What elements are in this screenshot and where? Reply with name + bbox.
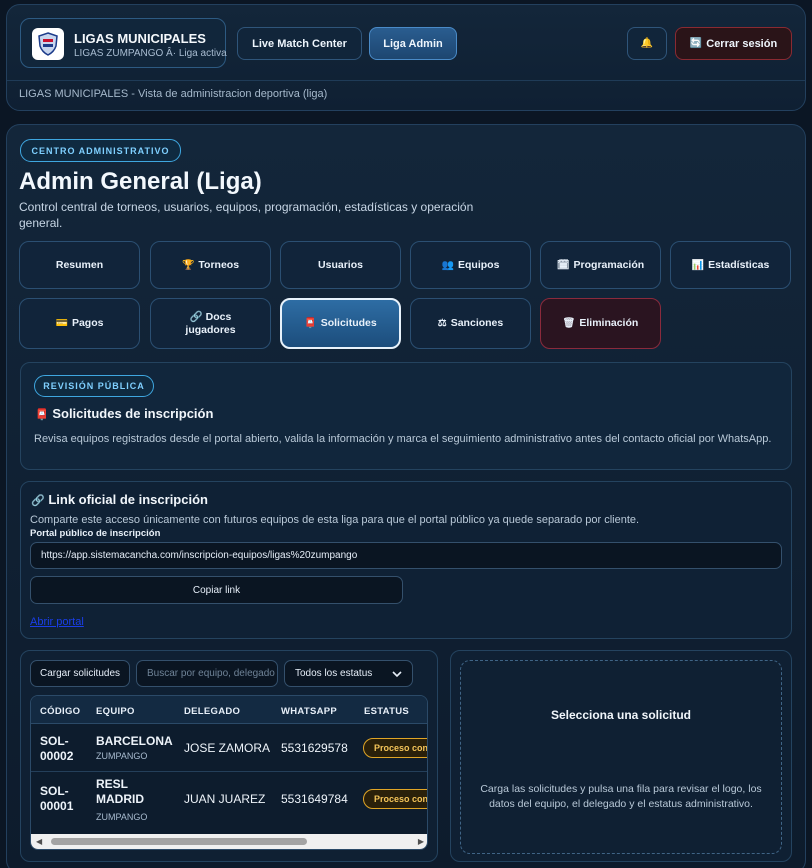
- link-card-text: Comparte este acceso únicamente con futu…: [30, 514, 640, 526]
- status-filter-select[interactable]: Todos los estatus: [284, 660, 413, 687]
- calendar-icon: 🗓: [556, 259, 570, 271]
- row-team: BARCELONA ZUMPANGO: [96, 734, 173, 761]
- breadcrumb: LIGAS MUNICIPALES - Vista de administrac…: [19, 88, 328, 100]
- open-portal-link[interactable]: Abrir portal: [30, 616, 84, 628]
- live-match-center-button[interactable]: Live Match Center: [237, 27, 362, 60]
- tab-equipos[interactable]: 👥 Equipos: [410, 241, 531, 289]
- table-row[interactable]: SOL-00001 RESL MADRID ZUMPANGO JUAN JUAR…: [31, 773, 427, 833]
- tab-label: Solicitudes: [320, 317, 377, 329]
- scales-icon: ⚖: [437, 318, 447, 329]
- requests-table: CÓDIGO EQUIPO DELEGADO WHATSAPP ESTATUS …: [30, 695, 428, 850]
- tab-label: 🔗 Docs jugadores: [169, 311, 252, 337]
- trash-icon: 🗑: [562, 318, 576, 329]
- row-team-name: BARCELONA: [96, 734, 173, 748]
- row-delegate: JUAN JUAREZ: [184, 792, 266, 806]
- scroll-left-icon[interactable]: ◀: [36, 837, 42, 846]
- horizontal-scrollbar[interactable]: ◀ ▶: [31, 834, 427, 849]
- brand-block[interactable]: LIGAS MUNICIPALES LIGAS ZUMPANGO Â· Liga…: [20, 18, 227, 68]
- review-text: Revisa equipos registrados desde el port…: [34, 433, 772, 445]
- inbox-icon: 📮: [304, 318, 317, 329]
- trophy-icon: 🏆: [181, 259, 195, 271]
- portal-url-field[interactable]: https://app.sistemacancha.com/inscripcio…: [30, 542, 782, 569]
- brand-subtitle: LIGAS ZUMPANGO Â· Liga activa: [74, 48, 227, 59]
- tab-solicitudes[interactable]: 📮 Solicitudes: [280, 298, 401, 349]
- row-team-city: ZUMPANGO: [96, 812, 148, 822]
- tab-label: Torneos: [198, 258, 240, 271]
- column-header-delegate: DELEGADO: [184, 706, 241, 717]
- row-team: RESL MADRID ZUMPANGO: [96, 777, 176, 825]
- scrollbar-thumb[interactable]: [51, 838, 307, 845]
- section-pill: CENTRO ADMINISTRATIVO: [20, 139, 181, 162]
- tab-label: Usuarios: [318, 258, 363, 271]
- inbox-icon: 📮: [35, 409, 49, 421]
- row-whatsapp: 5531649784: [281, 792, 348, 806]
- row-code: SOL-00002: [40, 734, 74, 763]
- search-input[interactable]: Buscar por equipo, delegado: [136, 660, 278, 687]
- table-header: CÓDIGO EQUIPO DELEGADO WHATSAPP ESTATUS: [31, 696, 427, 724]
- review-pill: REVISIÓN PÚBLICA: [34, 375, 154, 397]
- status-badge: Proceso con: [363, 738, 427, 758]
- header-divider: [7, 80, 805, 81]
- notifications-button[interactable]: 🔔: [627, 27, 667, 60]
- status-filter-value: Todos los estatus: [295, 668, 373, 679]
- detail-title: Selecciona una solicitud: [550, 708, 692, 722]
- copy-link-button[interactable]: Copiar link: [30, 576, 403, 604]
- portal-field-label: Portal público de inscripción: [30, 528, 161, 539]
- tab-usuarios[interactable]: Usuarios: [280, 241, 401, 289]
- row-code: SOL-00001: [40, 784, 74, 813]
- page-description: Control central de torneos, usuarios, eq…: [19, 200, 474, 230]
- credit-card-icon: 💳: [55, 318, 68, 329]
- column-header-whatsapp: WHATSAPP: [281, 706, 338, 717]
- chevron-down-icon: [392, 670, 402, 677]
- row-whatsapp: 5531629578: [281, 741, 348, 755]
- tab-label: Sanciones: [450, 317, 504, 329]
- column-header-team: EQUIPO: [96, 706, 135, 717]
- page-title: Admin General (Liga): [19, 168, 262, 195]
- row-delegate: JOSE ZAMORA: [184, 741, 271, 755]
- brand-name: LIGAS MUNICIPALES: [74, 31, 206, 46]
- link-card-title: 🔗 Link oficial de inscripción: [31, 492, 208, 507]
- logout-button[interactable]: 🔄 Cerrar sesión: [675, 27, 792, 60]
- tab-label: Eliminación: [579, 317, 639, 329]
- scroll-right-icon[interactable]: ▶: [418, 837, 424, 846]
- shield-logo-icon: [38, 32, 58, 56]
- load-requests-button[interactable]: Cargar solicitudes: [30, 660, 130, 687]
- tab-label: Programación: [573, 258, 645, 271]
- status-badge: Proceso con: [363, 789, 427, 809]
- bell-icon: 🔔: [640, 38, 654, 49]
- tab-docs-jugadores[interactable]: 🔗 Docs jugadores: [150, 298, 271, 349]
- tab-eliminacion[interactable]: 🗑 Eliminación: [540, 298, 661, 349]
- table-row[interactable]: SOL-00002 BARCELONA ZUMPANGO JOSE ZAMORA…: [31, 724, 427, 772]
- league-logo: [32, 28, 64, 60]
- row-team-name: RESL MADRID: [96, 777, 144, 806]
- tab-label: Estadísticas: [708, 258, 770, 271]
- bar-chart-icon: 📊: [691, 259, 705, 271]
- tab-pagos[interactable]: 💳 Pagos: [19, 298, 140, 349]
- tab-label: Resumen: [55, 258, 104, 271]
- tab-label: Pagos: [71, 317, 104, 329]
- link-card-title-text: Link oficial de inscripción: [48, 492, 208, 507]
- tab-label: Equipos: [458, 258, 500, 271]
- detail-text: Carga las solicitudes y pulsa una fila p…: [480, 783, 762, 810]
- tab-torneos[interactable]: 🏆 Torneos: [150, 241, 271, 289]
- row-team-city: ZUMPANGO: [96, 751, 148, 761]
- link-icon: 🔗: [31, 495, 45, 507]
- link-icon: 🔗: [189, 310, 203, 323]
- logout-label: Cerrar sesión: [706, 37, 778, 50]
- detail-placeholder: [460, 660, 782, 854]
- tab-estadisticas[interactable]: 📊 Estadísticas: [670, 241, 791, 289]
- tab-programacion[interactable]: 🗓 Programación: [540, 241, 661, 289]
- tab-resumen[interactable]: Resumen: [19, 241, 140, 289]
- tab-sanciones[interactable]: ⚖ Sanciones: [410, 298, 531, 349]
- refresh-icon: 🔄: [689, 38, 703, 49]
- review-title: 📮 Solicitudes de inscripción: [35, 406, 213, 421]
- column-header-code: CÓDIGO: [40, 706, 81, 717]
- column-header-status: ESTATUS: [364, 706, 410, 717]
- liga-admin-button[interactable]: Liga Admin: [369, 27, 457, 60]
- review-title-text: Solicitudes de inscripción: [52, 406, 214, 421]
- people-icon: 👥: [441, 259, 455, 271]
